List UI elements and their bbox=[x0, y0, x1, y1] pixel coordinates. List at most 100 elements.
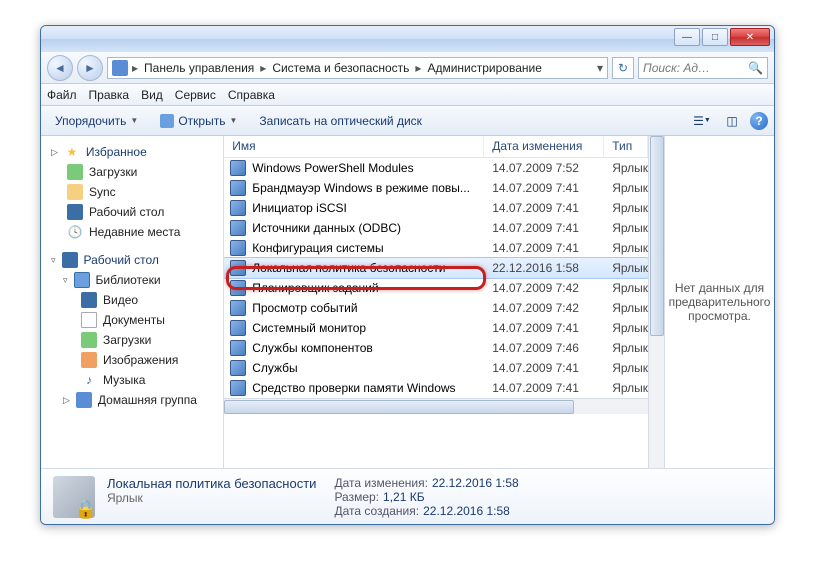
file-row[interactable]: Брандмауэр Windows в режиме повы... 14.07… bbox=[224, 178, 648, 198]
col-type[interactable]: Тип bbox=[604, 136, 648, 157]
horizontal-scrollbar[interactable] bbox=[224, 398, 648, 414]
file-type: Ярлык bbox=[604, 241, 648, 255]
breadcrumb-bar[interactable]: ▸ Панель управления ▸ Система и безопасн… bbox=[107, 57, 608, 79]
nav-music[interactable]: ♪Музыка bbox=[41, 370, 223, 390]
file-name: Источники данных (ODBC) bbox=[252, 221, 401, 235]
nav-images[interactable]: Изображения bbox=[41, 350, 223, 370]
shortcut-icon bbox=[230, 380, 246, 396]
file-date: 14.07.2009 7:41 bbox=[484, 361, 604, 375]
menu-help[interactable]: Справка bbox=[228, 88, 275, 102]
file-date: 14.07.2009 7:41 bbox=[484, 201, 604, 215]
menu-bar: Файл Правка Вид Сервис Справка bbox=[41, 84, 774, 106]
file-row[interactable]: Конфигурация системы14.07.2009 7:41Ярлык bbox=[224, 238, 648, 258]
scroll-thumb[interactable] bbox=[650, 136, 664, 336]
file-type: Ярлык bbox=[604, 361, 648, 375]
rows-container: Windows PowerShell Modules14.07.2009 7:5… bbox=[224, 158, 648, 398]
close-button[interactable]: ✕ bbox=[730, 28, 770, 46]
preview-pane: Нет данных для предварительного просмотр… bbox=[664, 136, 774, 468]
file-name: Службы bbox=[252, 361, 297, 375]
file-type: Ярлык bbox=[604, 221, 648, 235]
shortcut-icon bbox=[230, 320, 246, 336]
refresh-button[interactable]: ↻ bbox=[612, 57, 634, 79]
homegroup-icon bbox=[76, 392, 92, 408]
vertical-scrollbar[interactable] bbox=[648, 136, 664, 468]
file-name: Конфигурация системы bbox=[252, 241, 383, 255]
col-name[interactable]: Имя bbox=[224, 136, 484, 157]
nav-recent[interactable]: 🕓Недавние места bbox=[41, 222, 223, 242]
shortcut-icon bbox=[230, 180, 246, 196]
back-button[interactable]: ◄ bbox=[47, 55, 73, 81]
search-input[interactable]: Поиск: Ад… 🔍 bbox=[638, 57, 768, 79]
preview-pane-button[interactable]: ◫ bbox=[720, 110, 744, 132]
star-icon: ★ bbox=[64, 144, 80, 160]
file-row[interactable]: Windows PowerShell Modules14.07.2009 7:5… bbox=[224, 158, 648, 178]
file-date: 14.07.2009 7:46 bbox=[484, 341, 604, 355]
help-button[interactable]: ? bbox=[750, 112, 768, 130]
file-row[interactable]: Источники данных (ODBC) 14.07.2009 7:41Яр… bbox=[224, 218, 648, 238]
file-type: Ярлык bbox=[604, 301, 648, 315]
titlebar: — □ ✕ bbox=[41, 26, 774, 52]
nav-desktop[interactable]: Рабочий стол bbox=[41, 202, 223, 222]
file-name: Windows PowerShell Modules bbox=[252, 161, 413, 175]
file-row[interactable]: Просмотр событий14.07.2009 7:42Ярлык bbox=[224, 298, 648, 318]
nav-downloads[interactable]: Загрузки bbox=[41, 162, 223, 182]
open-button[interactable]: Открыть▼ bbox=[152, 111, 245, 131]
breadcrumb-seg[interactable]: Администрирование bbox=[421, 61, 547, 75]
clock-icon: 🕓 bbox=[67, 224, 83, 240]
download-icon bbox=[81, 332, 97, 348]
file-date: 14.07.2009 7:42 bbox=[484, 281, 604, 295]
libraries-header[interactable]: ▿Библиотеки bbox=[41, 270, 223, 290]
file-name: Брандмауэр Windows в режиме повы... bbox=[252, 181, 470, 195]
file-name: Просмотр событий bbox=[252, 301, 357, 315]
file-row[interactable]: Службы 14.07.2009 7:41Ярлык bbox=[224, 358, 648, 378]
menu-tools[interactable]: Сервис bbox=[175, 88, 216, 102]
maximize-button[interactable]: □ bbox=[702, 28, 728, 46]
nav-lib-downloads[interactable]: Загрузки bbox=[41, 330, 223, 350]
file-row[interactable]: Инициатор iSCSI14.07.2009 7:41Ярлык bbox=[224, 198, 648, 218]
file-row[interactable]: Средство проверки памяти Windows 14.07.20… bbox=[224, 378, 648, 398]
shortcut-icon bbox=[230, 340, 246, 356]
library-icon bbox=[74, 272, 90, 288]
open-icon bbox=[160, 114, 174, 128]
file-type: Ярлык bbox=[604, 181, 648, 195]
menu-view[interactable]: Вид bbox=[141, 88, 163, 102]
col-date[interactable]: Дата изменения bbox=[484, 136, 604, 157]
burn-button[interactable]: Записать на оптический диск bbox=[251, 111, 430, 131]
details-title: Локальная политика безопасности bbox=[107, 476, 316, 491]
organize-button[interactable]: Упорядочить▼ bbox=[47, 111, 146, 131]
desktop-icon bbox=[62, 252, 78, 268]
menu-edit[interactable]: Правка bbox=[89, 88, 130, 102]
nav-video[interactable]: Видео bbox=[41, 290, 223, 310]
list-area: Имя Дата изменения Тип Windows PowerShel… bbox=[224, 136, 774, 468]
shortcut-icon bbox=[230, 360, 246, 376]
file-date: 14.07.2009 7:41 bbox=[484, 181, 604, 195]
file-name: Средство проверки памяти Windows bbox=[252, 381, 455, 395]
menu-file[interactable]: Файл bbox=[47, 88, 77, 102]
homegroup-header[interactable]: ▷Домашняя группа bbox=[41, 390, 223, 410]
document-icon bbox=[81, 312, 97, 328]
scroll-thumb[interactable] bbox=[224, 400, 574, 414]
file-date: 14.07.2009 7:41 bbox=[484, 221, 604, 235]
file-row[interactable]: Службы компонентов14.07.2009 7:46Ярлык bbox=[224, 338, 648, 358]
desktop-header[interactable]: ▿Рабочий стол bbox=[41, 250, 223, 270]
file-row[interactable]: Планировщик заданий14.07.2009 7:42Ярлык bbox=[224, 278, 648, 298]
favorites-header[interactable]: ▷★Избранное bbox=[41, 142, 223, 162]
preview-empty-text: Нет данных для предварительного просмотр… bbox=[669, 281, 771, 323]
nav-docs[interactable]: Документы bbox=[41, 310, 223, 330]
view-mode-button[interactable]: ☰▼ bbox=[690, 110, 714, 132]
file-name: Системный монитор bbox=[252, 321, 366, 335]
shortcut-icon bbox=[230, 300, 246, 316]
file-row[interactable]: Локальная политика безопасности22.12.201… bbox=[224, 258, 648, 278]
file-row[interactable]: Системный монитор14.07.2009 7:41Ярлык bbox=[224, 318, 648, 338]
download-icon bbox=[67, 164, 83, 180]
column-headers: Имя Дата изменения Тип bbox=[224, 136, 648, 158]
body: ▷★Избранное Загрузки Sync Рабочий стол 🕓… bbox=[41, 136, 774, 468]
breadcrumb-seg[interactable]: Панель управления bbox=[138, 61, 260, 75]
nav-sync[interactable]: Sync bbox=[41, 182, 223, 202]
forward-button[interactable]: ► bbox=[77, 55, 103, 81]
file-date: 14.07.2009 7:41 bbox=[484, 381, 604, 395]
nav-pane: ▷★Избранное Загрузки Sync Рабочий стол 🕓… bbox=[41, 136, 224, 468]
breadcrumb-seg[interactable]: Система и безопасность bbox=[266, 61, 415, 75]
minimize-button[interactable]: — bbox=[674, 28, 700, 46]
file-type: Ярлык bbox=[604, 281, 648, 295]
